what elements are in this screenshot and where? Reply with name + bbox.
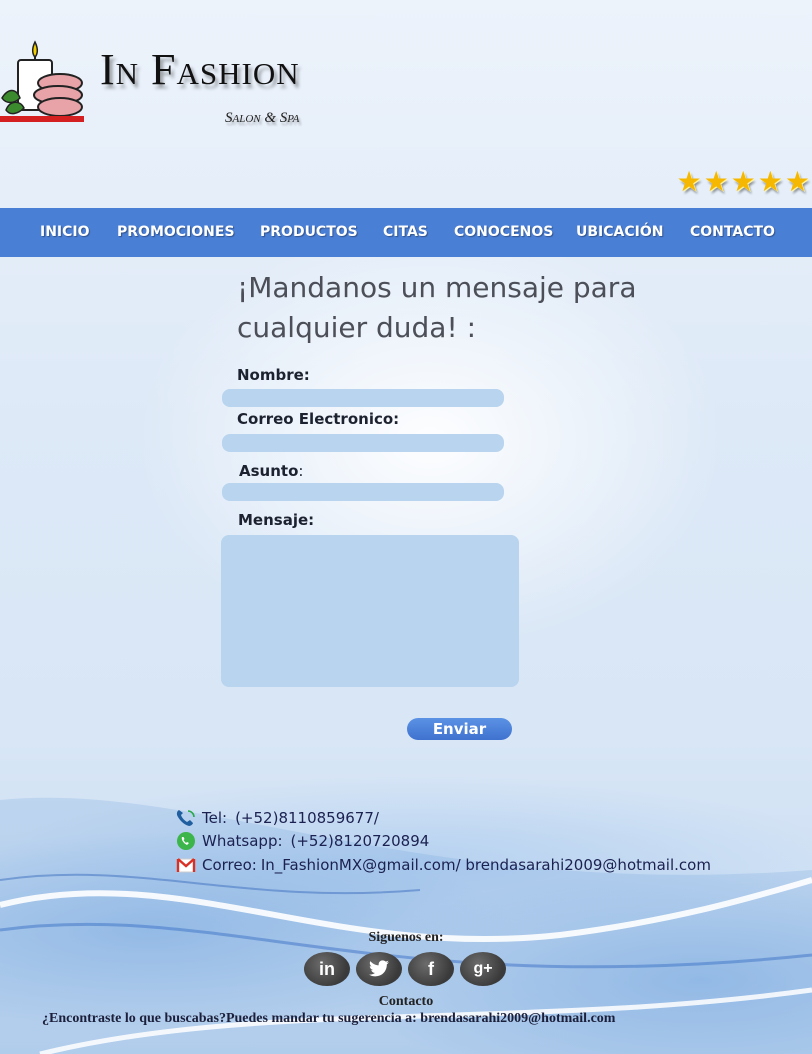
brand: In Fashion Salon & Spa [100,45,300,127]
linkedin-icon[interactable]: in [304,952,350,986]
nav-item-citas[interactable]: CITAS [383,224,428,240]
contact-email: Correo: In_FashionMX@gmail.com/ brendasa… [175,855,711,875]
subject-label-colon: : [298,462,304,480]
star-icon: ★ [676,165,702,198]
star-icon: ★ [757,165,783,198]
rating-stars: ★ ★ ★ ★ ★ [676,168,810,196]
message-label: Mensaje: [238,511,315,529]
name-label: Nombre: [237,366,310,384]
email-label: Correo Electronico: [237,410,400,428]
email-contact-label: Correo: [202,856,257,874]
contact-whatsapp: Whatsapp: (+52)8120720894 [175,831,429,851]
social-icons: in f g+ [304,952,506,986]
brand-subtitle: Salon & Spa [225,110,300,126]
message-textarea[interactable] [221,535,519,687]
social-heading: Siguenos en: [368,930,444,945]
phone-icon [176,810,195,826]
tel-value: (+52)8110859677/ [235,809,379,827]
footer-note: ¿Encontraste lo que buscabas?Puedes mand… [42,1011,616,1026]
form-heading: ¡Mandanos un mensaje para cualquier duda… [237,271,637,344]
main-nav: INICIO PROMOCIONES PRODUCTOS CITAS CONOC… [0,208,812,257]
nav-item-conocenos[interactable]: CONOCENOS [454,224,553,240]
contact-tel: Tel: (+52)8110859677/ [175,808,379,828]
tel-label: Tel: [202,809,228,827]
nav-item-inicio[interactable]: INICIO [40,224,90,240]
background-waves [0,797,812,1054]
facebook-icon[interactable]: f [408,952,454,986]
spa-logo-icon [0,40,84,122]
gmail-icon [176,858,196,873]
nav-item-productos[interactable]: PRODUCTOS [260,224,358,240]
subject-label: Asunto: [239,462,303,480]
whatsapp-icon [177,832,195,850]
google-plus-icon[interactable]: g+ [460,952,506,986]
star-icon: ★ [703,165,729,198]
star-icon: ★ [730,165,756,198]
whatsapp-value: (+52)8120720894 [290,832,430,850]
email-contact-value: In_FashionMX@gmail.com/ brendasarahi2009… [260,856,711,874]
footer-contact-link[interactable]: Contacto [0,994,812,1010]
nav-item-promociones[interactable]: PROMOCIONES [117,224,235,240]
brand-title: In Fashion [100,45,300,94]
subject-label-text: Asunto [239,462,299,480]
nav-item-contacto[interactable]: CONTACTO [690,224,775,240]
send-button[interactable]: Enviar [407,718,512,740]
name-input[interactable] [222,389,504,407]
subject-input[interactable] [222,483,504,501]
star-icon: ★ [784,165,810,198]
email-input[interactable] [222,434,504,452]
twitter-icon[interactable] [356,952,402,986]
nav-item-ubicacion[interactable]: UBICACIÓN [576,224,663,240]
whatsapp-label: Whatsapp: [202,832,283,850]
